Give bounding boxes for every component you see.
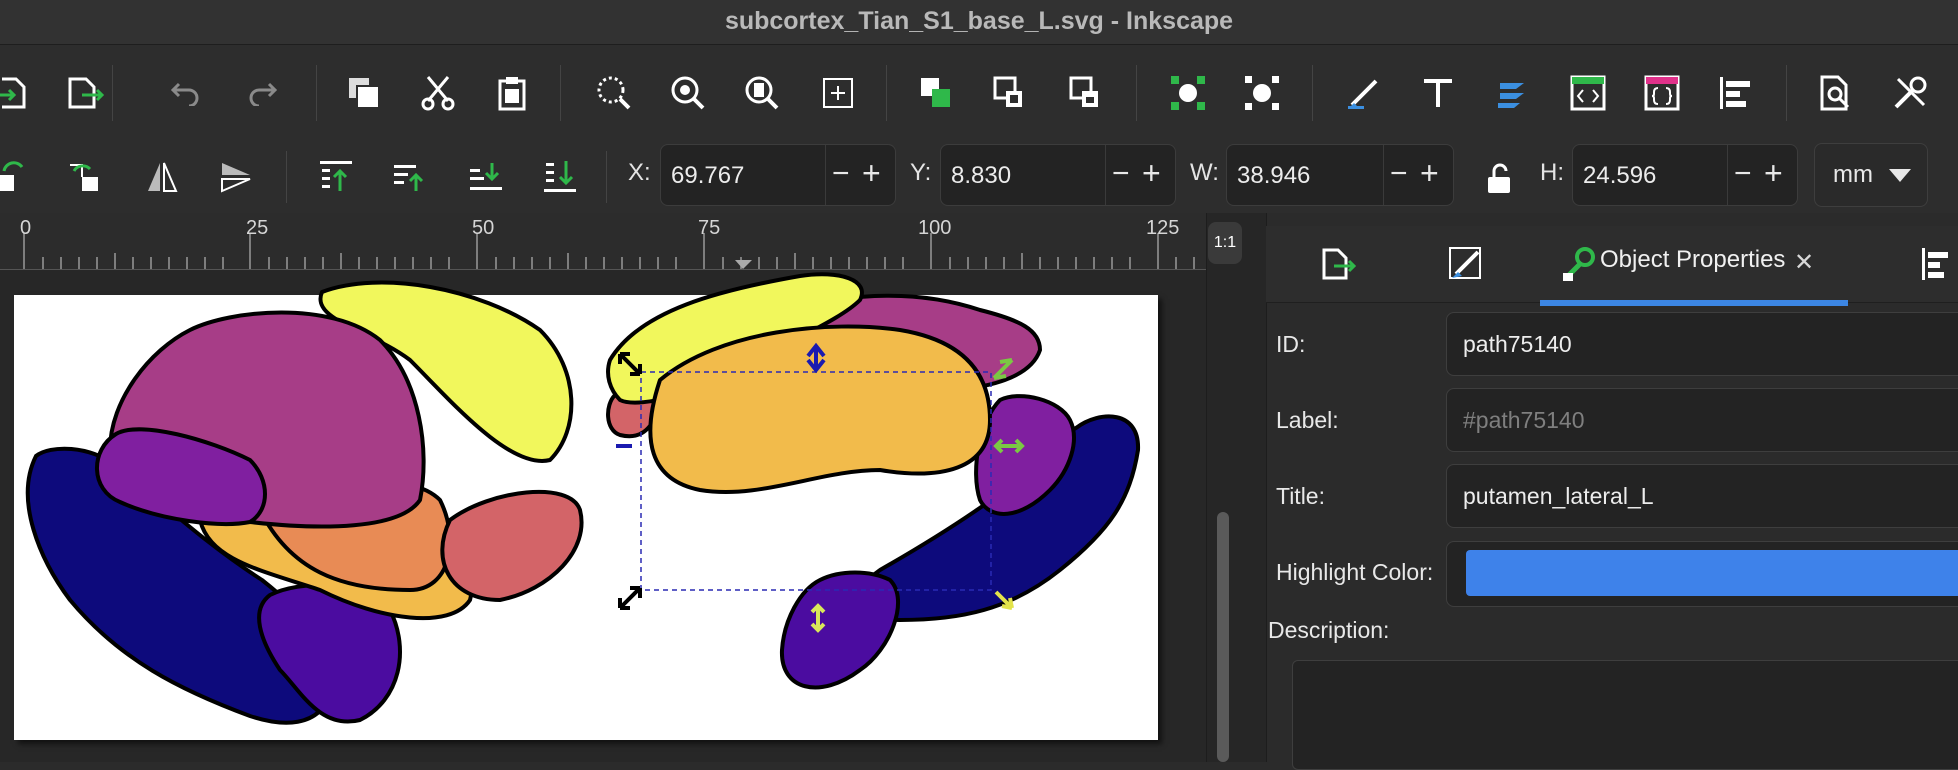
scrollbar-thumb[interactable] xyxy=(1217,512,1229,762)
h-increment-button[interactable]: + xyxy=(1764,155,1783,192)
lock-proportions-icon[interactable] xyxy=(1482,159,1516,199)
shape-accumbens xyxy=(440,489,584,602)
export-icon[interactable] xyxy=(66,73,106,113)
title-label: Title: xyxy=(1276,483,1325,509)
paste-icon[interactable] xyxy=(492,73,532,113)
label-label: Label: xyxy=(1276,407,1339,433)
export-tab-icon[interactable] xyxy=(1318,244,1358,284)
rotate-ccw-icon[interactable] xyxy=(0,157,30,197)
title-field[interactable]: putamen_lateral_L xyxy=(1446,464,1958,528)
h-input[interactable] xyxy=(1581,145,1735,207)
ruler-label: 75 xyxy=(698,217,721,239)
ruler-label: 0 xyxy=(20,217,32,239)
zoom-selection-icon[interactable] xyxy=(594,73,634,113)
w-increment-button[interactable]: + xyxy=(1420,155,1439,192)
zoom-center-icon[interactable] xyxy=(818,73,858,113)
drawing[interactable] xyxy=(0,270,1206,762)
horizontal-ruler[interactable]: 0 25 50 75 100 125 xyxy=(0,213,1206,270)
flip-horizontal-icon[interactable] xyxy=(142,157,182,197)
ruler-label: 25 xyxy=(246,217,269,239)
more-tabs-icon[interactable] xyxy=(1916,244,1956,284)
highlight-color-label: Highlight Color: xyxy=(1276,559,1434,585)
h-decrement-button[interactable]: − xyxy=(1734,157,1752,191)
x-decrement-button[interactable]: − xyxy=(832,157,850,191)
close-tab-icon[interactable]: ✕ xyxy=(1794,248,1814,277)
y-decrement-button[interactable]: − xyxy=(1112,157,1130,191)
zoom-drawing-icon[interactable] xyxy=(668,73,708,113)
fill-stroke-icon[interactable] xyxy=(1344,73,1384,113)
w-spinbox: − + xyxy=(1226,144,1454,207)
window-title: subcortex_Tian_S1_base_L.svg - Inkscape xyxy=(0,0,1958,45)
raise-icon[interactable] xyxy=(390,157,430,197)
zoom-page-icon[interactable] xyxy=(742,73,782,113)
tool-controls-bar: X: − + Y: − + W: − + H: − + xyxy=(0,141,1958,214)
x-input[interactable] xyxy=(669,145,823,207)
unit-value: mm xyxy=(1833,161,1873,188)
redo-icon[interactable] xyxy=(244,75,280,111)
selectors-css-icon[interactable] xyxy=(1642,73,1682,113)
description-label: Description: xyxy=(1268,617,1390,643)
w-label: W: xyxy=(1190,159,1219,186)
unlock-icon[interactable] xyxy=(1066,73,1106,113)
id-label: ID: xyxy=(1276,331,1306,357)
ruler-label: 100 xyxy=(918,217,952,239)
lock-icon[interactable] xyxy=(990,73,1030,113)
select-same-icon[interactable] xyxy=(1242,73,1282,113)
ruler-label: 125 xyxy=(1146,217,1180,239)
highlight-color-swatch xyxy=(1466,550,1958,596)
x-spinbox: − + xyxy=(660,144,896,207)
wrench-icon xyxy=(1558,246,1598,282)
id-field[interactable]: path75140 xyxy=(1446,312,1958,376)
rotate-cw-icon[interactable] xyxy=(64,157,104,197)
lower-icon[interactable] xyxy=(466,157,506,197)
text-icon[interactable] xyxy=(1418,73,1458,113)
flip-vertical-icon[interactable] xyxy=(216,157,256,197)
ruler-label: 50 xyxy=(472,217,495,239)
vertical-scrollbar[interactable] xyxy=(1206,213,1267,762)
layers-icon[interactable] xyxy=(1492,73,1532,113)
cut-icon[interactable] xyxy=(418,73,458,113)
y-label: Y: xyxy=(910,159,932,186)
commands-toolbar xyxy=(0,45,1958,141)
undo-icon[interactable] xyxy=(168,75,204,111)
w-input[interactable] xyxy=(1235,145,1389,207)
w-decrement-button[interactable]: − xyxy=(1390,157,1408,191)
chevron-down-icon xyxy=(1889,169,1911,182)
y-increment-button[interactable]: + xyxy=(1142,155,1161,192)
node-editor-icon[interactable] xyxy=(1168,73,1208,113)
unit-dropdown[interactable]: mm xyxy=(1814,143,1928,207)
x-label: X: xyxy=(628,159,651,186)
zoom-1-1-button[interactable]: 1:1 xyxy=(1208,222,1242,264)
h-label: H: xyxy=(1540,159,1564,186)
preferences-icon[interactable] xyxy=(1890,73,1930,113)
xml-editor-icon[interactable] xyxy=(1568,73,1608,113)
import-icon[interactable] xyxy=(0,73,30,113)
raise-to-top-icon[interactable] xyxy=(316,157,356,197)
label-field[interactable]: #path75140 xyxy=(1446,388,1958,452)
fill-stroke-tab-icon[interactable] xyxy=(1446,244,1486,284)
document-properties-icon[interactable] xyxy=(1816,73,1856,113)
tab-label-object-properties: Object Properties xyxy=(1600,246,1786,273)
y-input[interactable] xyxy=(949,145,1103,207)
h-spinbox: − + xyxy=(1572,144,1798,207)
lower-to-bottom-icon[interactable] xyxy=(540,157,580,197)
description-textarea[interactable] xyxy=(1292,660,1958,770)
align-icon[interactable] xyxy=(1716,73,1756,113)
group-icon[interactable] xyxy=(916,73,956,113)
x-increment-button[interactable]: + xyxy=(862,155,881,192)
y-spinbox: − + xyxy=(940,144,1176,207)
copy-icon[interactable] xyxy=(344,73,384,113)
